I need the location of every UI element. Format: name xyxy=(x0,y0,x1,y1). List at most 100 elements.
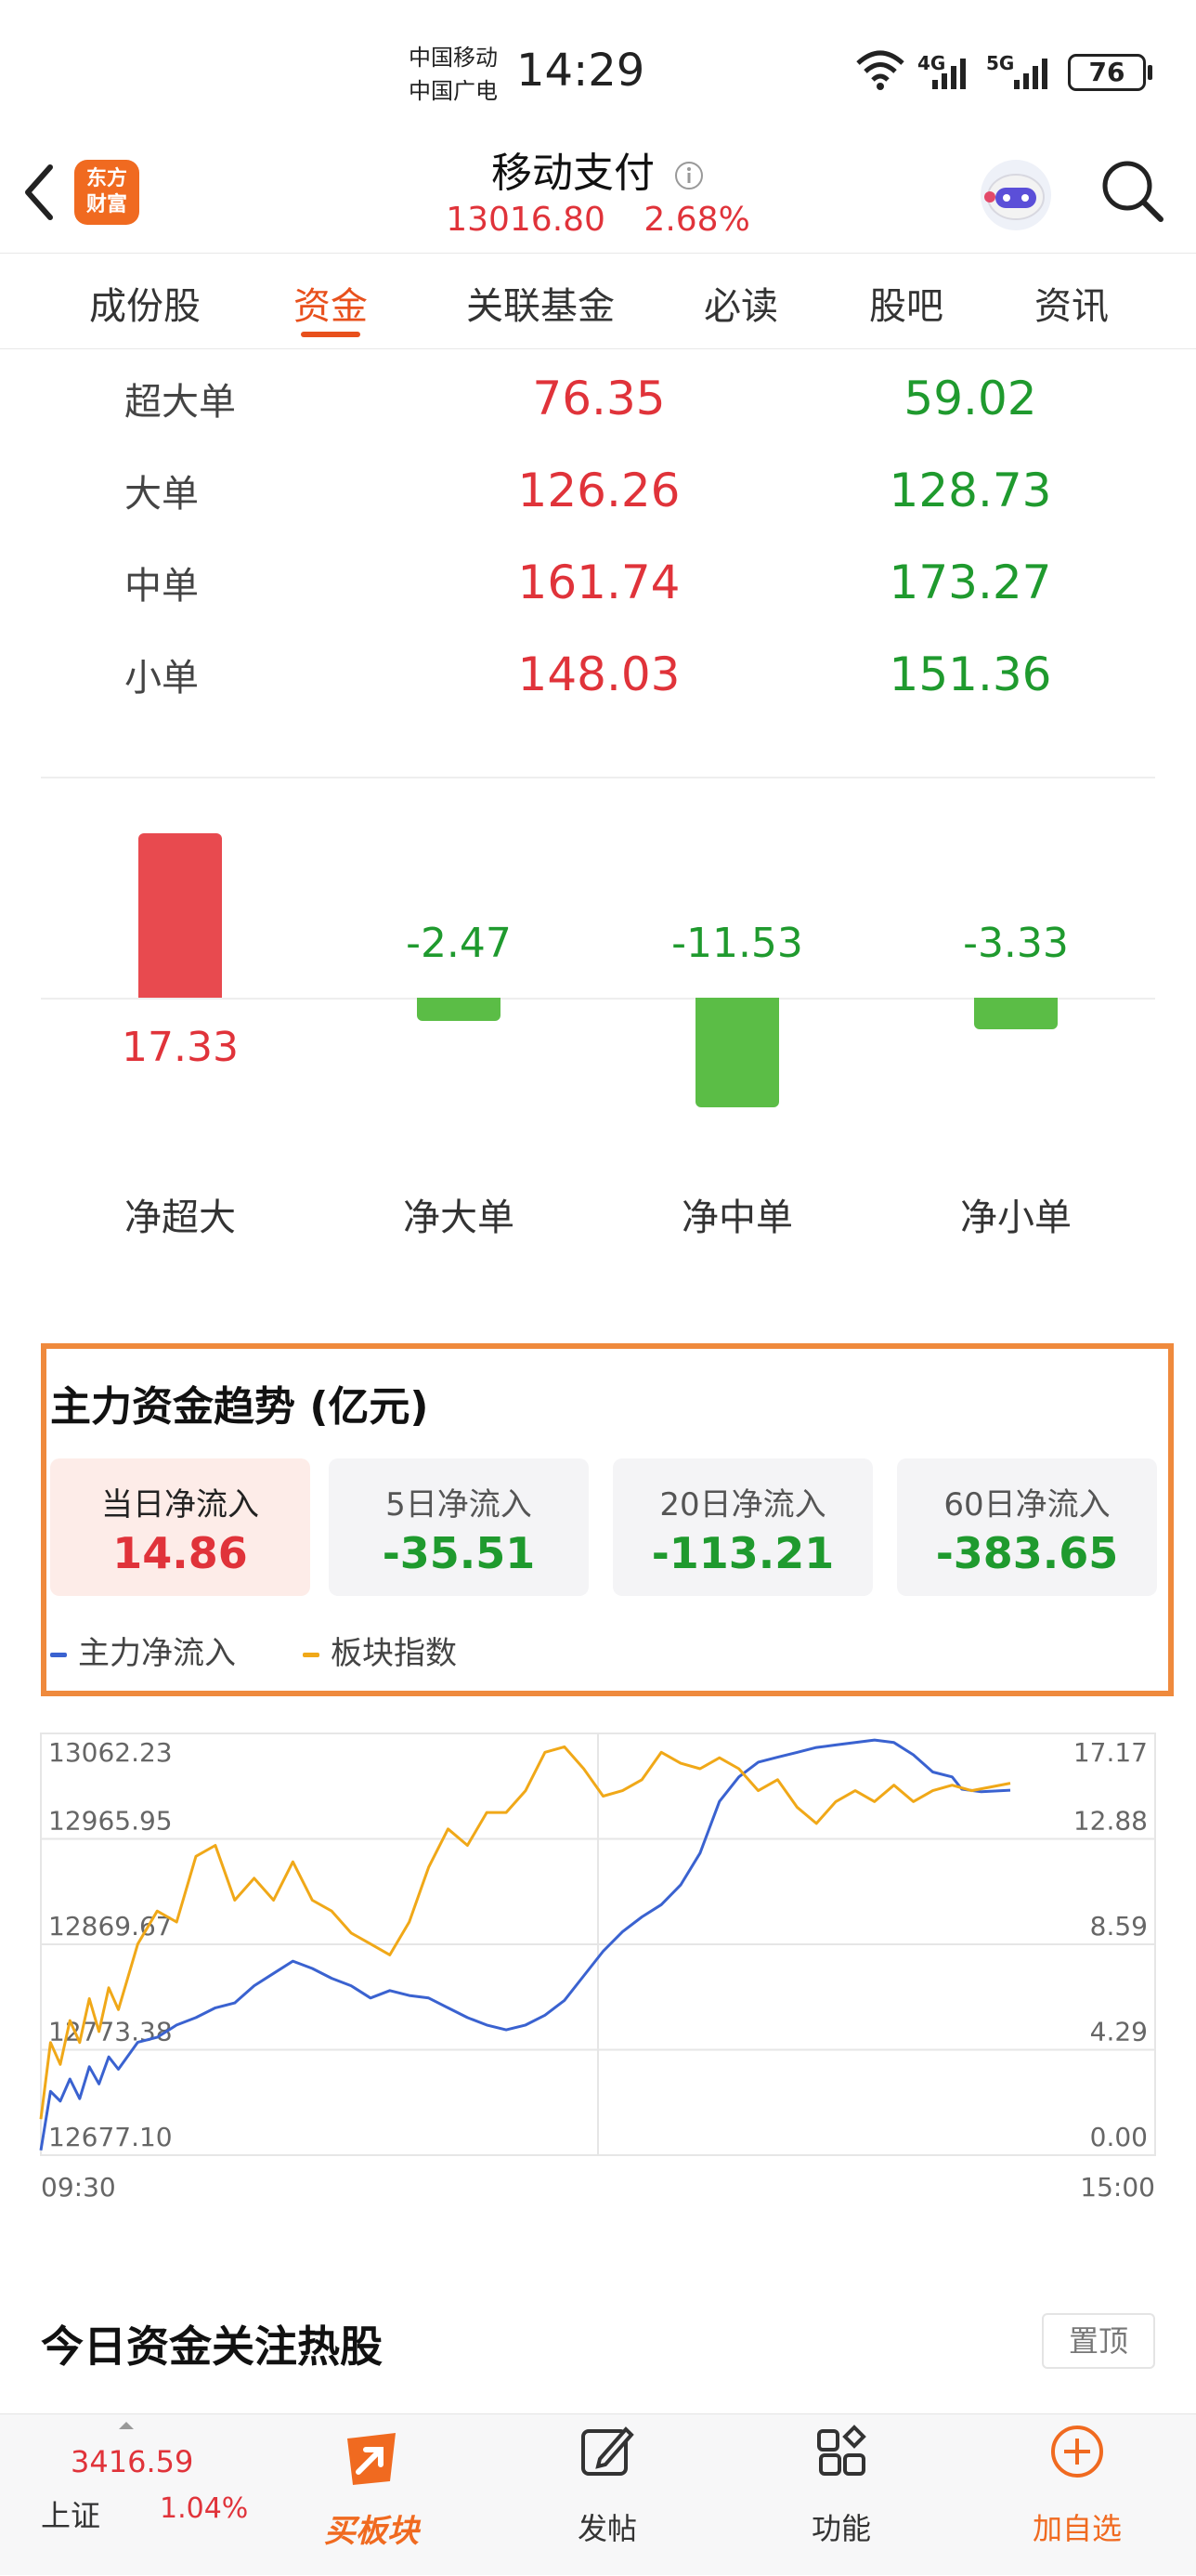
battery-tip xyxy=(1148,65,1152,80)
net-bar xyxy=(138,833,222,998)
left-tick-label: 12965.95 xyxy=(48,1806,173,1837)
card-5day-net-inflow[interactable]: 5日净流入 -35.51 xyxy=(329,1458,589,1596)
net-bar-value: 17.33 xyxy=(122,1024,239,1071)
grid-apps-icon xyxy=(817,2425,866,2476)
table-row: 小单 148.03 151.36 xyxy=(0,647,1196,731)
net-bar-value: -3.33 xyxy=(963,920,1069,967)
x-end-label: 15:00 xyxy=(1080,2172,1155,2203)
card-20day-net-inflow[interactable]: 20日净流入 -113.21 xyxy=(613,1458,873,1596)
series-line xyxy=(39,1745,1011,2120)
card-value: -35.51 xyxy=(382,1528,536,1578)
buy-sector-button[interactable]: 买板块 xyxy=(279,2414,464,2576)
buy-sector-label: 买板块 xyxy=(324,2513,419,2550)
add-watchlist-button[interactable]: 加自选 xyxy=(984,2414,1170,2576)
card-value: 14.86 xyxy=(112,1528,248,1578)
table-row: 大单 126.26 128.73 xyxy=(0,464,1196,547)
legend-main-inflow: 主力净流入 xyxy=(50,1628,236,1673)
left-tick-label: 12677.10 xyxy=(48,2122,173,2152)
index-value: 3416.59 xyxy=(71,2444,194,2479)
net-bar xyxy=(696,998,779,1107)
order-size-label: 大单 xyxy=(124,473,199,516)
trend-chart-svg: 13062.2312965.9512869.6712773.3812677.10… xyxy=(39,1733,1156,2203)
net-bar-label: 净大单 xyxy=(403,1196,514,1239)
index-name: 上证 xyxy=(41,2498,101,2533)
x-start-label: 09:30 xyxy=(41,2172,116,2203)
trend-line-chart: 13062.23 12965.95 12869.67 12773.38 12677.10… xyxy=(0,1709,1196,2211)
tab-constituents[interactable]: 成份股 xyxy=(61,276,228,330)
outflow-value: 59.02 xyxy=(904,372,1037,425)
right-tick-label: 4.29 xyxy=(1090,2017,1148,2047)
tab-funds[interactable]: 资金 xyxy=(247,276,414,330)
index-change: 1.04% xyxy=(160,2492,249,2525)
status-bar: 中国移动 中国广电 14:29 4G 5G 76 xyxy=(0,0,1196,139)
tab-bar: 成份股 资金 关联基金 必读 股吧 资讯 xyxy=(0,253,1196,349)
net-bar xyxy=(417,998,500,1022)
signal-icon-1 xyxy=(932,59,966,89)
inflow-value: 126.26 xyxy=(517,464,681,517)
net-bar-value: -2.47 xyxy=(406,920,512,967)
net-bar-label: 净超大 xyxy=(124,1196,236,1239)
net-bar-label: 净中单 xyxy=(682,1196,793,1239)
main-fund-trend-panel: 主力资金趋势 (亿元) 当日净流入 14.86 5日净流入 -35.51 20日… xyxy=(41,1343,1174,1696)
page-title-text: 移动支付 xyxy=(491,150,655,197)
header: 东方 财富 移动支付 13016.80 2.68% xyxy=(0,139,1196,253)
right-tick-label: 8.59 xyxy=(1090,1911,1148,1942)
card-label: 60日净流入 xyxy=(943,1486,1111,1523)
card-60day-net-inflow[interactable]: 60日净流入 -383.65 xyxy=(897,1458,1157,1596)
outflow-value: 151.36 xyxy=(889,647,1052,701)
net-bar-label: 净小单 xyxy=(960,1196,1072,1239)
card-today-net-inflow[interactable]: 当日净流入 14.86 xyxy=(50,1458,310,1596)
buy-sector-icon xyxy=(347,2433,396,2485)
card-label: 20日净流入 xyxy=(659,1486,826,1523)
tab-must-read[interactable]: 必读 xyxy=(657,276,825,330)
card-label: 当日净流入 xyxy=(101,1486,259,1523)
search-icon[interactable] xyxy=(1098,156,1168,227)
bottom-bar: 3416.59 上证 1.04% 买板块 发帖 功能 加自选 xyxy=(0,2413,1196,2575)
tab-forum[interactable]: 股吧 xyxy=(823,276,990,330)
carrier-label-2: 中国广电 xyxy=(409,78,498,104)
signal-icon-2 xyxy=(1014,59,1047,89)
inflow-value: 161.74 xyxy=(517,556,681,609)
post-label: 发帖 xyxy=(577,2511,637,2546)
sector-price: 13016.80 xyxy=(446,201,605,239)
add-circle-icon xyxy=(1051,2426,1103,2478)
inflow-value: 148.03 xyxy=(517,647,681,701)
trend-title: 主力资金趋势 (亿元) xyxy=(50,1383,429,1431)
outflow-value: 173.27 xyxy=(889,556,1052,609)
inflow-value: 76.35 xyxy=(532,372,666,425)
post-button[interactable]: 发帖 xyxy=(514,2414,700,2576)
info-icon[interactable] xyxy=(673,160,705,191)
tab-news[interactable]: 资讯 xyxy=(988,276,1155,330)
left-tick-label: 13062.23 xyxy=(48,1737,173,1768)
legend-swatch xyxy=(303,1653,319,1657)
wifi-icon xyxy=(856,50,904,90)
card-value: -383.65 xyxy=(935,1528,1119,1578)
pin-to-top-button[interactable]: 置顶 xyxy=(1042,2313,1155,2369)
tab-related-funds[interactable]: 关联基金 xyxy=(429,276,652,330)
table-row: 中单 161.74 173.27 xyxy=(0,556,1196,639)
right-tick-label: 0.00 xyxy=(1090,2122,1148,2152)
legend-label: 主力净流入 xyxy=(78,1635,236,1672)
robot-avatar-icon[interactable] xyxy=(977,156,1055,234)
function-button[interactable]: 功能 xyxy=(748,2414,934,2576)
add-watchlist-label: 加自选 xyxy=(1032,2511,1122,2546)
right-tick-label: 17.17 xyxy=(1073,1737,1148,1768)
active-tab-indicator xyxy=(301,332,360,337)
card-label: 5日净流入 xyxy=(385,1486,532,1523)
order-size-label: 超大单 xyxy=(124,381,236,424)
order-size-label: 小单 xyxy=(124,657,199,700)
net-bar xyxy=(974,998,1058,1029)
card-value: -113.21 xyxy=(651,1528,835,1578)
edit-icon xyxy=(581,2426,634,2476)
table-row: 超大单 76.35 59.02 xyxy=(0,372,1196,455)
sector-change: 2.68% xyxy=(644,201,750,239)
net-bar-value: -11.53 xyxy=(671,920,803,967)
hot-stocks-title: 今日资金关注热股 xyxy=(41,2321,383,2372)
index-ticker[interactable]: 3416.59 上证 1.04% xyxy=(0,2414,251,2576)
function-label: 功能 xyxy=(811,2511,871,2546)
legend-label: 板块指数 xyxy=(331,1635,457,1672)
divider xyxy=(41,777,1155,778)
clock: 14:29 xyxy=(516,45,645,97)
battery-icon: 76 xyxy=(1068,54,1146,91)
carrier-label-1: 中国移动 xyxy=(409,45,498,71)
